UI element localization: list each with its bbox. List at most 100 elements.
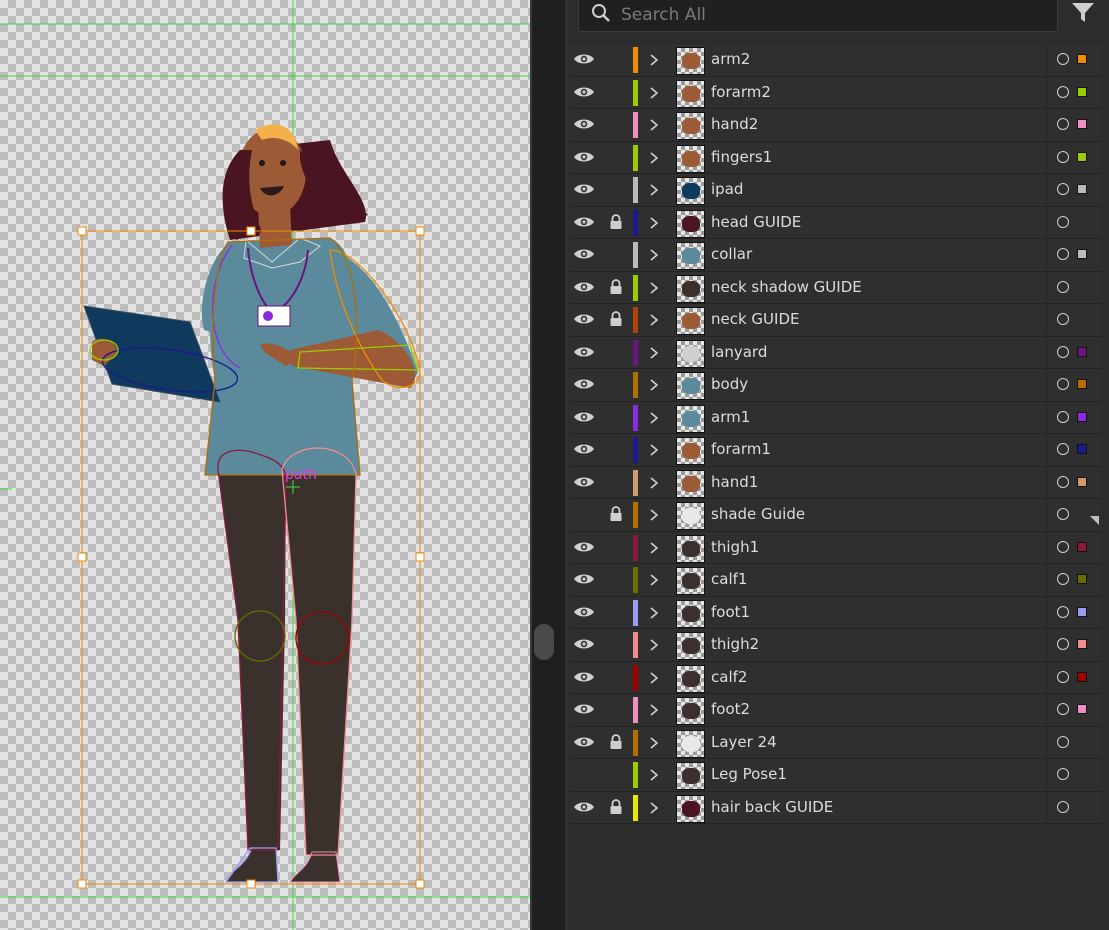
chevron-right-icon[interactable] bbox=[649, 508, 659, 522]
selection-indicator[interactable] bbox=[1077, 379, 1087, 389]
target-circle-icon[interactable] bbox=[1057, 280, 1069, 293]
target-circle-icon[interactable] bbox=[1057, 183, 1069, 195]
target-circle-icon[interactable] bbox=[1057, 410, 1069, 423]
layer-row[interactable]: foot1 bbox=[569, 596, 1102, 629]
lock-icon[interactable] bbox=[609, 310, 623, 328]
target-circle-icon[interactable] bbox=[1057, 735, 1069, 748]
visibility-eye-icon[interactable] bbox=[573, 475, 595, 489]
chevron-right-icon[interactable] bbox=[649, 411, 659, 425]
layer-name[interactable]: fingers1 bbox=[711, 148, 772, 166]
layer-row[interactable]: foot2 bbox=[569, 694, 1102, 727]
target-circle-icon[interactable] bbox=[1057, 638, 1069, 650]
selection-indicator[interactable] bbox=[1077, 444, 1087, 454]
lock-toggle-empty[interactable] bbox=[609, 538, 623, 556]
visibility-toggle-empty[interactable] bbox=[573, 767, 595, 781]
visibility-eye-icon[interactable] bbox=[573, 670, 595, 684]
lock-toggle-empty[interactable] bbox=[609, 440, 623, 458]
selection-indicator[interactable] bbox=[1077, 184, 1087, 194]
target-circle-icon[interactable] bbox=[1057, 313, 1069, 325]
visibility-eye-icon[interactable] bbox=[573, 572, 595, 586]
lock-icon[interactable] bbox=[609, 798, 623, 816]
target-circle-icon[interactable] bbox=[1057, 150, 1069, 163]
layer-name[interactable]: neck GUIDE bbox=[711, 310, 800, 328]
layer-name[interactable]: arm2 bbox=[711, 50, 750, 68]
chevron-right-icon[interactable] bbox=[649, 541, 659, 555]
lock-icon[interactable] bbox=[609, 505, 623, 523]
lock-toggle-empty[interactable] bbox=[609, 473, 623, 491]
visibility-eye-icon[interactable] bbox=[573, 702, 595, 716]
visibility-eye-icon[interactable] bbox=[573, 540, 595, 554]
chevron-right-icon[interactable] bbox=[649, 638, 659, 652]
search-input[interactable] bbox=[619, 3, 1043, 27]
layer-row[interactable]: head GUIDE bbox=[569, 206, 1102, 239]
lock-toggle-empty[interactable] bbox=[609, 343, 623, 361]
target-circle-icon[interactable] bbox=[1057, 378, 1069, 390]
selection-indicator[interactable] bbox=[1077, 249, 1087, 259]
visibility-eye-icon[interactable] bbox=[573, 117, 595, 131]
target-circle-icon[interactable] bbox=[1057, 53, 1069, 65]
layer-name[interactable]: head GUIDE bbox=[711, 213, 801, 231]
target-circle-icon[interactable] bbox=[1057, 540, 1069, 553]
layer-row[interactable]: hand2 bbox=[569, 109, 1102, 142]
illustration[interactable]: path bbox=[0, 0, 530, 930]
chevron-right-icon[interactable] bbox=[649, 216, 659, 230]
splitter-grip[interactable] bbox=[534, 624, 554, 660]
chevron-right-icon[interactable] bbox=[649, 768, 659, 782]
target-circle-icon[interactable] bbox=[1057, 475, 1069, 488]
selection-indicator[interactable] bbox=[1077, 671, 1087, 682]
target-circle-icon[interactable] bbox=[1057, 345, 1069, 358]
layer-row[interactable]: thigh1 bbox=[569, 531, 1102, 564]
layer-row[interactable]: arm1 bbox=[569, 401, 1102, 434]
lock-icon[interactable] bbox=[609, 213, 623, 231]
visibility-eye-icon[interactable] bbox=[573, 735, 595, 749]
chevron-right-icon[interactable] bbox=[649, 443, 659, 457]
visibility-eye-icon[interactable] bbox=[573, 312, 595, 326]
visibility-eye-icon[interactable] bbox=[573, 800, 595, 814]
lock-toggle-empty[interactable] bbox=[609, 148, 623, 166]
layer-name[interactable]: neck shadow GUIDE bbox=[711, 278, 862, 296]
layer-name[interactable]: lanyard bbox=[711, 343, 767, 361]
selection-indicator[interactable] bbox=[1077, 119, 1087, 129]
chevron-right-icon[interactable] bbox=[649, 53, 659, 67]
lock-toggle-empty[interactable] bbox=[609, 180, 623, 198]
layer-name[interactable]: hand1 bbox=[711, 473, 758, 491]
chevron-right-icon[interactable] bbox=[649, 313, 659, 327]
layer-name[interactable]: arm1 bbox=[711, 408, 750, 426]
chevron-right-icon[interactable] bbox=[649, 573, 659, 587]
selection-indicator[interactable] bbox=[1077, 639, 1087, 649]
chevron-right-icon[interactable] bbox=[649, 248, 659, 262]
layer-name[interactable]: thigh1 bbox=[711, 538, 759, 556]
layer-row[interactable]: neck GUIDE bbox=[569, 304, 1102, 337]
target-circle-icon[interactable] bbox=[1057, 248, 1069, 260]
chevron-right-icon[interactable] bbox=[649, 801, 659, 815]
chevron-right-icon[interactable] bbox=[649, 281, 659, 295]
visibility-eye-icon[interactable] bbox=[573, 150, 595, 164]
lock-icon[interactable] bbox=[609, 278, 623, 296]
target-circle-icon[interactable] bbox=[1057, 800, 1069, 813]
selection-indicator[interactable] bbox=[1077, 574, 1087, 584]
selection-indicator[interactable] bbox=[1077, 704, 1087, 714]
layer-row[interactable]: calf1 bbox=[569, 564, 1102, 597]
target-circle-icon[interactable] bbox=[1057, 443, 1069, 455]
target-circle-icon[interactable] bbox=[1057, 118, 1069, 130]
layer-name[interactable]: body bbox=[711, 375, 748, 393]
layer-name[interactable]: Leg Pose1 bbox=[711, 765, 787, 783]
chevron-right-icon[interactable] bbox=[649, 703, 659, 717]
target-circle-icon[interactable] bbox=[1057, 508, 1069, 520]
lock-toggle-empty[interactable] bbox=[609, 603, 623, 621]
layer-row[interactable]: Leg Pose1 bbox=[569, 759, 1102, 792]
layer-row[interactable]: thigh2 bbox=[569, 629, 1102, 662]
layer-row[interactable]: forarm1 bbox=[569, 434, 1102, 467]
selection-indicator[interactable] bbox=[1077, 346, 1087, 357]
target-circle-icon[interactable] bbox=[1057, 703, 1069, 715]
layer-row[interactable]: ipad bbox=[569, 174, 1102, 207]
visibility-eye-icon[interactable] bbox=[573, 52, 595, 66]
target-circle-icon[interactable] bbox=[1057, 670, 1069, 683]
chevron-right-icon[interactable] bbox=[649, 118, 659, 132]
chevron-right-icon[interactable] bbox=[649, 671, 659, 685]
layer-name[interactable]: forarm1 bbox=[711, 440, 771, 458]
visibility-toggle-empty[interactable] bbox=[573, 507, 595, 521]
layer-row[interactable]: collar bbox=[569, 239, 1102, 272]
visibility-eye-icon[interactable] bbox=[573, 605, 595, 619]
filter-icon[interactable] bbox=[1068, 0, 1098, 28]
